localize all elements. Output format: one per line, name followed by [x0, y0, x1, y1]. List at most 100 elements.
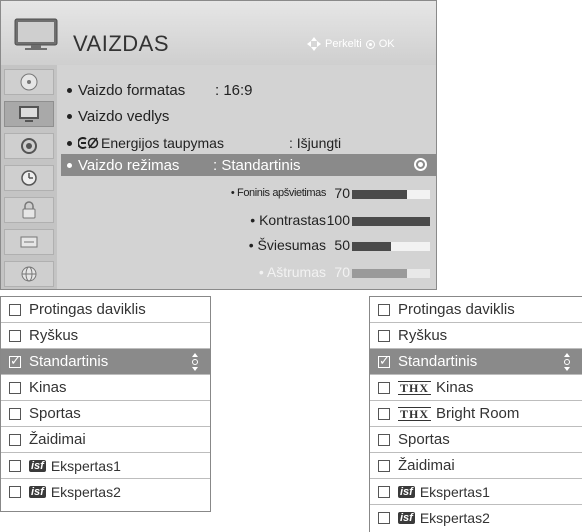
row-energy-saving[interactable]: Energijos taupymas : Išjungti	[67, 132, 341, 154]
checkbox	[378, 303, 390, 316]
checkbox	[9, 486, 21, 498]
list-item[interactable]: isf Ekspertas1	[370, 479, 582, 505]
sidebar-item-network[interactable]	[4, 261, 54, 287]
picture-format-value: : 16:9	[215, 81, 253, 99]
slider-sharpness[interactable]: • Aštrumas 70	[57, 264, 436, 282]
contrast-value: 100	[326, 212, 350, 228]
picture-wizard-label: Vaizdo vedlys	[78, 107, 170, 125]
list-item-selected[interactable]: ✓ Standartinis	[370, 349, 582, 375]
scroll-updown-icon	[192, 353, 198, 371]
list-item-label: Protingas daviklis	[398, 301, 515, 318]
row-picture-wizard[interactable]: Vaizdo vedlys	[67, 105, 169, 127]
isf-logo: isf	[398, 512, 415, 524]
contrast-fill	[352, 217, 430, 226]
nav-hint-label: Perkelti	[325, 38, 362, 50]
globe-icon	[21, 266, 37, 282]
picture-format-label: Vaizdo formatas	[78, 81, 186, 99]
nav-hint: Perkelti OK	[307, 37, 395, 51]
list-item[interactable]: Žaidimai	[1, 427, 210, 453]
sharpness-bar	[352, 269, 430, 278]
checkbox	[9, 303, 21, 316]
sidebar-item-disc[interactable]	[4, 69, 54, 95]
list-item[interactable]: Sportas	[1, 401, 210, 427]
isf-logo: isf	[398, 485, 415, 498]
list-item-label: Ekspertas2	[50, 484, 121, 500]
bullet	[67, 113, 72, 119]
slider-brightness[interactable]: • Šviesumas 50	[57, 237, 436, 255]
sidebar-item-options[interactable]	[4, 229, 54, 255]
lock-icon	[22, 201, 36, 219]
checkbox	[378, 407, 390, 420]
list-item[interactable]: Žaidimai	[370, 453, 582, 479]
list-item[interactable]: Protingas daviklis	[370, 297, 582, 323]
bullet	[67, 162, 72, 168]
sidebar-item-lock[interactable]	[4, 197, 54, 223]
brightness-value: 50	[334, 237, 350, 253]
list-item[interactable]: Sportas	[370, 427, 582, 453]
list-item[interactable]: THX Kinas	[370, 375, 582, 401]
checkbox	[378, 381, 390, 394]
contrast-bar	[352, 217, 430, 226]
list-item-label: Ekspertas1	[419, 483, 490, 500]
speaker-icon	[21, 138, 37, 154]
sidebar-item-time[interactable]	[4, 165, 54, 191]
sidebar-item-picture[interactable]	[4, 101, 54, 127]
list-item-label: Bright Room	[436, 405, 520, 422]
list-item[interactable]: isf Ekspertas2	[370, 505, 582, 531]
list-item-label: Žaidimai	[398, 457, 455, 474]
menu-header: VAIZDAS Perkelti OK	[1, 1, 436, 65]
isf-logo: isf	[29, 486, 46, 498]
radio-selected-icon	[414, 158, 427, 171]
ok-button-icon	[365, 39, 375, 49]
slider-backlight[interactable]: • Foninis apšvietimas 70	[57, 185, 436, 203]
sharpness-fill	[352, 269, 407, 278]
brightness-label: • Šviesumas	[248, 237, 326, 253]
row-picture-format[interactable]: Vaizdo formatas : 16:9	[67, 79, 253, 101]
list-item-label: Ryškus	[29, 327, 79, 344]
checkbox	[378, 485, 390, 498]
list-item-label: Ekspertas2	[419, 510, 490, 526]
scroll-updown-icon	[564, 353, 570, 371]
list-item[interactable]: THX Bright Room	[370, 401, 582, 427]
brightness-bar	[352, 242, 430, 251]
checkbox	[378, 459, 390, 472]
menu-title: VAIZDAS	[73, 31, 170, 56]
list-item[interactable]: isf Ekspertas2	[1, 479, 210, 505]
sidebar-item-audio[interactable]	[4, 133, 54, 159]
navigation-arrows-icon	[307, 37, 321, 51]
row-picture-mode[interactable]: Vaizdo režimas : Standartinis	[61, 154, 436, 176]
list-item-label: Standartinis	[29, 353, 109, 370]
checkbox	[9, 407, 21, 420]
sharpness-value: 70	[334, 264, 350, 280]
list-item[interactable]: Protingas daviklis	[1, 297, 210, 323]
isf-logo: isf	[29, 459, 46, 472]
backlight-label: • Foninis apšvietimas	[230, 187, 327, 199]
list-item[interactable]: Ryškus	[1, 323, 210, 349]
checkbox	[9, 433, 21, 446]
picture-mode-label: Vaizdo režimas	[78, 156, 180, 174]
list-item-label: Ekspertas1	[50, 457, 121, 474]
ok-label: OK	[378, 38, 395, 50]
checkbox	[9, 381, 21, 394]
picture-menu: VAIZDAS Perkelti OK Vaizdo formatas: 16…	[0, 0, 437, 290]
checkbox	[9, 329, 21, 342]
list-item-selected[interactable]: ✓ Standartinis	[1, 349, 210, 375]
list-item-label: Sportas	[398, 431, 450, 448]
backlight-bar	[352, 190, 430, 199]
list-item[interactable]: Ryškus	[370, 323, 582, 349]
bullet	[67, 87, 72, 93]
backlight-value: 70	[334, 185, 350, 201]
thx-logo: THX	[398, 406, 432, 421]
slider-contrast[interactable]: • Kontrastas 100	[57, 212, 436, 230]
list-item[interactable]: Kinas	[1, 375, 210, 401]
list-item-label: Žaidimai	[29, 431, 86, 448]
picture-mode-list-left: Protingas daviklis Ryškus ✓ Standartinis…	[0, 296, 211, 512]
tv-icon	[14, 18, 58, 50]
clock-icon	[21, 170, 37, 186]
energy-saving-label: Energijos taupymas	[101, 135, 224, 151]
energy-saving-value: : Išjungti	[289, 135, 342, 151]
list-item-label: Standartinis	[398, 353, 478, 370]
checkbox-checked: ✓	[9, 352, 21, 368]
list-item[interactable]: isf Ekspertas1	[1, 453, 210, 479]
list-item-label: Sportas	[29, 405, 81, 422]
